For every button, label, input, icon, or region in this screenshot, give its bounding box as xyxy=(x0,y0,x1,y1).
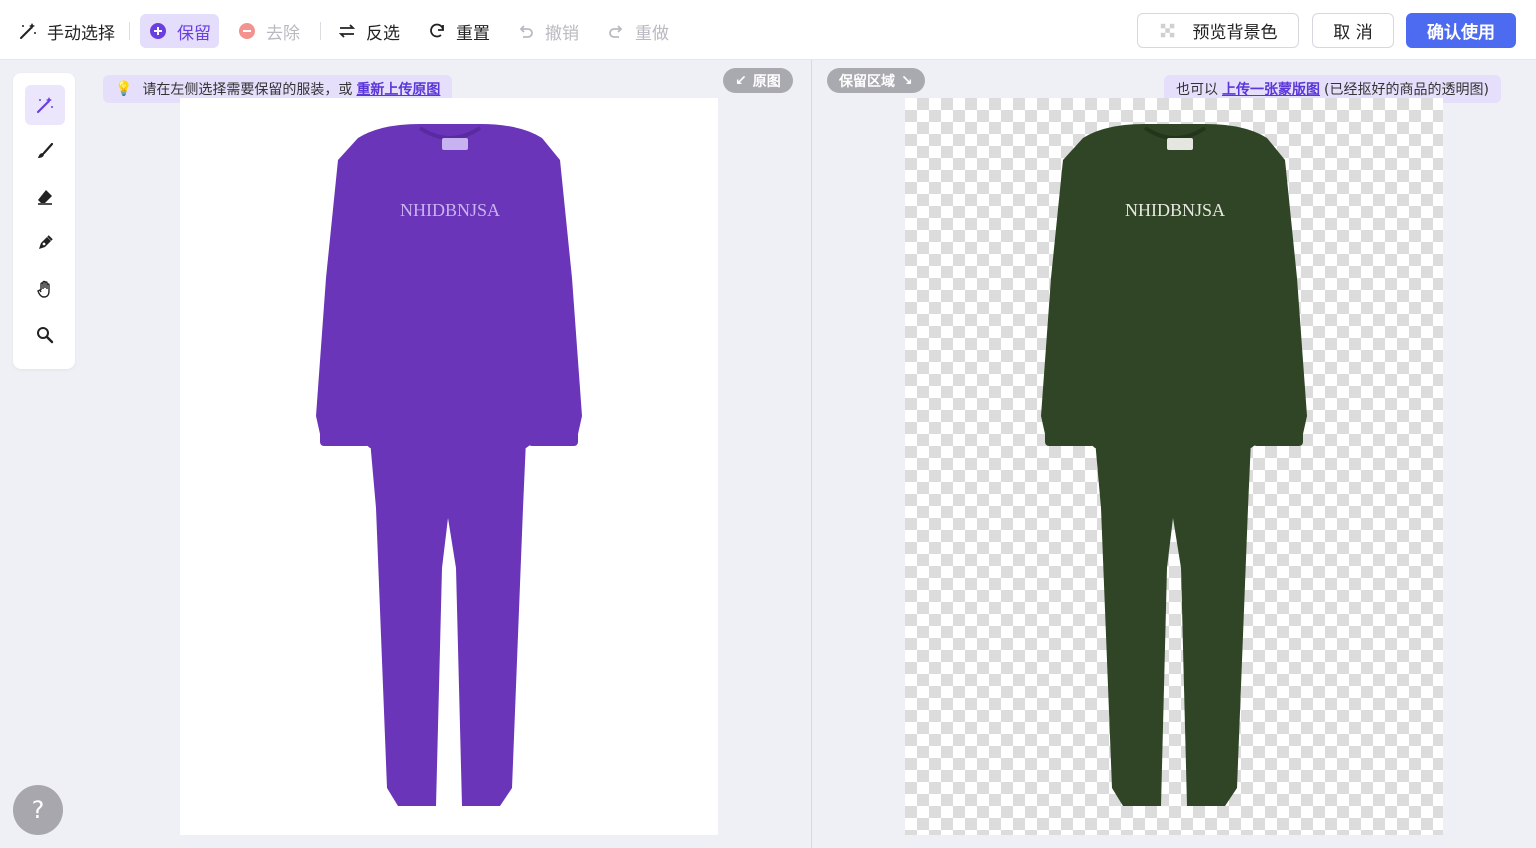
panel-divider xyxy=(811,60,812,848)
top-toolbar: 手动选择 保留 去除 反选 重置 撤销 重做 预览背景色 取 消 确认使用 xyxy=(0,0,1536,60)
preview-background-button[interactable]: 预览背景色 xyxy=(1137,13,1299,48)
zoom-tool[interactable] xyxy=(25,315,65,355)
kept-area-label: 保留区域 xyxy=(839,73,895,90)
cancel-label: 取 消 xyxy=(1333,23,1373,43)
cancel-button[interactable]: 取 消 xyxy=(1312,13,1394,48)
confirm-label: 确认使用 xyxy=(1427,23,1495,43)
invert-label: 反选 xyxy=(366,23,400,44)
refresh-icon xyxy=(430,23,444,38)
undo-icon xyxy=(519,25,533,38)
original-image-label: 原图 xyxy=(752,73,781,90)
magic-wand-icon xyxy=(36,97,53,114)
reset-label: 重置 xyxy=(456,23,490,44)
result-garment-image: NHIDBNJSA xyxy=(1041,124,1307,806)
undo-label: 撤销 xyxy=(545,23,579,44)
magic-wand-tool[interactable] xyxy=(25,85,65,125)
tool-palette xyxy=(13,73,75,369)
right-hint-suffix: (已经抠好的商品的透明图) xyxy=(1324,82,1489,98)
manual-select-button[interactable]: 手动选择 xyxy=(18,14,115,48)
upload-mask-link[interactable]: 上传一张蒙版图 xyxy=(1222,79,1320,99)
redo-button[interactable]: 重做 xyxy=(606,14,669,48)
pen-icon xyxy=(39,235,53,249)
swap-arrows-icon xyxy=(338,24,356,38)
help-button[interactable]: ? xyxy=(13,785,63,835)
minus-circle-icon xyxy=(239,23,255,39)
eraser-icon xyxy=(38,190,52,205)
keep-button[interactable]: 保留 xyxy=(140,14,219,48)
lightbulb-icon: 💡 xyxy=(115,81,133,97)
keep-label: 保留 xyxy=(177,23,211,44)
eraser-tool[interactable] xyxy=(25,177,65,217)
original-garment-image: NHIDBNJSA xyxy=(316,124,582,806)
brush-tool[interactable] xyxy=(25,131,65,171)
kept-area-toggle[interactable]: 保留区域 ↘ xyxy=(827,68,925,93)
hand-tool[interactable] xyxy=(25,269,65,309)
hand-icon xyxy=(37,280,50,298)
remove-button[interactable]: 去除 xyxy=(237,14,300,48)
right-hint-prefix: 也可以 xyxy=(1176,82,1218,98)
undo-button[interactable]: 撤销 xyxy=(516,14,579,48)
arrow-down-left-icon: ↙ xyxy=(735,72,747,89)
checker-icon xyxy=(1160,23,1174,37)
left-hint-text: 请在左侧选择需要保留的服装，或 xyxy=(142,82,353,98)
original-canvas[interactable]: NHIDBNJSA xyxy=(180,98,718,835)
plus-circle-icon xyxy=(150,23,166,39)
magic-wand-icon xyxy=(20,23,36,39)
original-image-toggle[interactable]: ↙ 原图 xyxy=(723,68,793,93)
redo-label: 重做 xyxy=(635,23,669,44)
zoom-icon xyxy=(37,327,54,344)
manual-select-label: 手动选择 xyxy=(47,23,115,44)
redo-icon xyxy=(609,25,623,38)
toolbar-separator xyxy=(320,22,321,40)
invert-button[interactable]: 反选 xyxy=(337,14,400,48)
reset-button[interactable]: 重置 xyxy=(427,14,490,48)
help-label: ? xyxy=(31,796,45,824)
preview-background-label: 预览背景色 xyxy=(1192,23,1278,43)
original-garment-print: NHIDBNJSA xyxy=(400,200,500,220)
pen-tool[interactable] xyxy=(25,223,65,263)
confirm-button[interactable]: 确认使用 xyxy=(1406,13,1516,48)
result-canvas[interactable]: NHIDBNJSA xyxy=(905,98,1443,835)
arrow-down-right-icon: ↘ xyxy=(901,72,913,89)
reupload-original-link[interactable]: 重新上传原图 xyxy=(356,79,440,99)
brush-icon xyxy=(38,142,54,158)
result-garment-print: NHIDBNJSA xyxy=(1125,200,1225,220)
remove-label: 去除 xyxy=(266,23,300,44)
toolbar-separator xyxy=(129,22,130,40)
